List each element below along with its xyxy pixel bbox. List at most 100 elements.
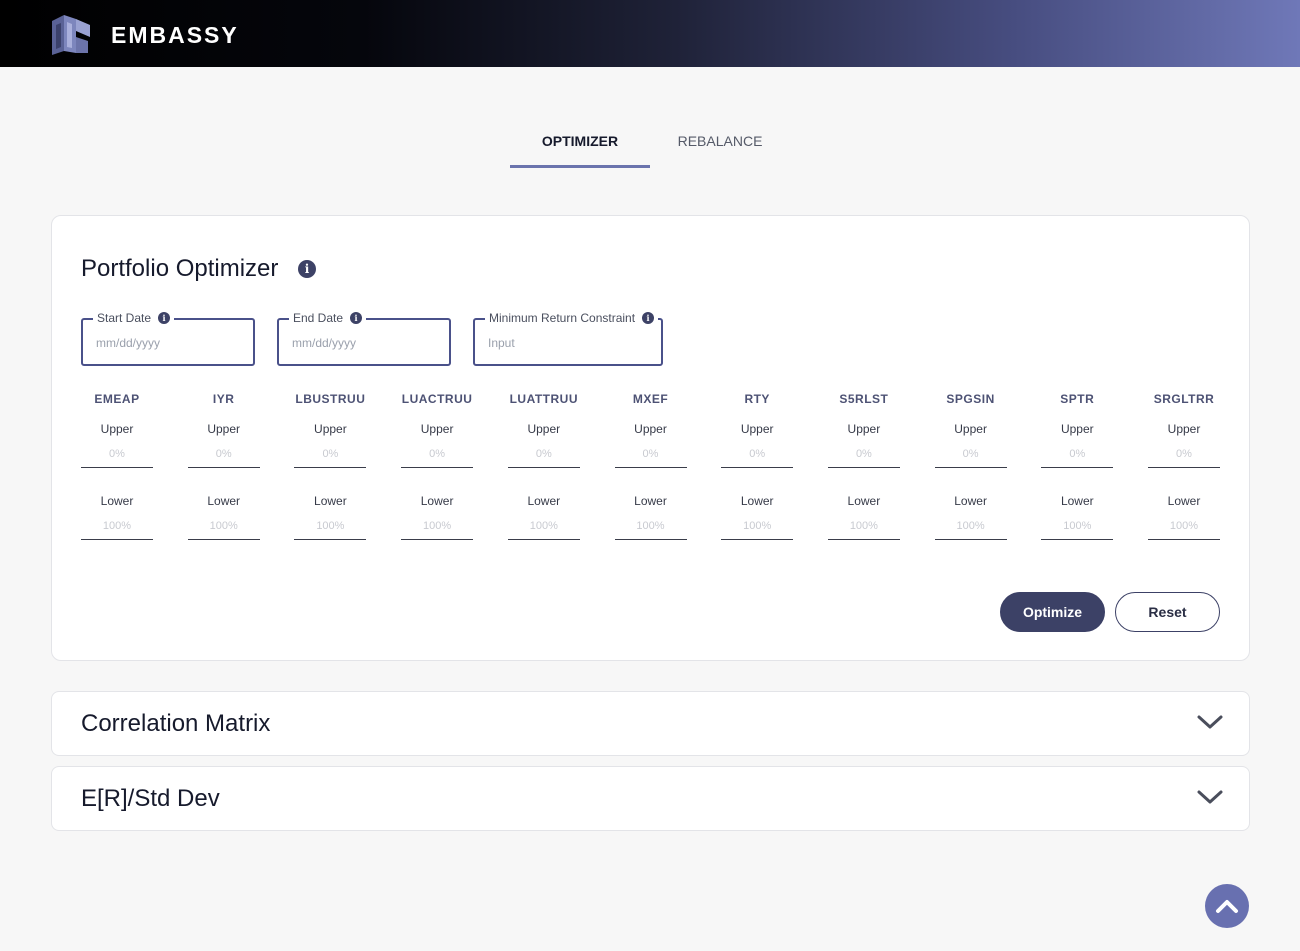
lower-bound-input[interactable]	[614, 512, 687, 540]
min-return-label: Minimum Return Constraint i	[485, 311, 659, 325]
lower-bound-input[interactable]	[1148, 512, 1220, 540]
asset-column: S5RLST Upper Lower	[827, 392, 900, 540]
portfolio-optimizer-card: Portfolio Optimizer i Start Date i End D…	[51, 215, 1250, 661]
chevron-down-icon[interactable]	[1196, 712, 1224, 732]
asset-ticker: RTY	[744, 392, 770, 406]
upper-bound-label: Upper	[207, 422, 241, 436]
start-date-field: Start Date i	[81, 311, 255, 366]
upper-bound-label: Upper	[100, 422, 134, 436]
end-date-label: End Date i	[289, 311, 367, 325]
asset-column: MXEF Upper Lower	[614, 392, 687, 540]
lower-bound-label: Lower	[100, 494, 134, 508]
asset-column: EMEAP Upper Lower	[81, 392, 153, 540]
upper-bound-label: Upper	[740, 422, 774, 436]
min-return-label-text: Minimum Return Constraint	[489, 311, 636, 325]
asset-column: RTY Upper Lower	[721, 392, 794, 540]
asset-ticker: LUACTRUU	[401, 392, 473, 406]
lower-bound-label: Lower	[740, 494, 774, 508]
upper-bound-input[interactable]	[934, 440, 1007, 468]
upper-bound-input[interactable]	[614, 440, 687, 468]
info-icon[interactable]: i	[158, 312, 171, 324]
upper-bound-label: Upper	[634, 422, 667, 436]
embassy-logo-icon[interactable]	[50, 13, 92, 55]
correlation-matrix-section[interactable]: Correlation Matrix	[51, 691, 1250, 756]
asset-ticker: S5RLST	[839, 392, 889, 406]
min-return-field: Minimum Return Constraint i	[473, 311, 663, 366]
tab-optimizer[interactable]: OPTIMIZER	[510, 124, 650, 168]
upper-bound-input[interactable]	[1041, 440, 1114, 468]
upper-bound-input[interactable]	[401, 440, 474, 468]
upper-bound-label: Upper	[1060, 422, 1094, 436]
chevron-down-icon[interactable]	[1196, 787, 1224, 807]
start-date-label-text: Start Date	[97, 311, 152, 325]
brand-name: EMBASSY	[111, 22, 239, 48]
lower-bound-label: Lower	[420, 494, 454, 508]
upper-bound-label: Upper	[847, 422, 881, 436]
asset-ticker: SPTR	[1060, 392, 1095, 406]
lower-bound-label: Lower	[634, 494, 667, 508]
lower-bound-input[interactable]	[81, 512, 153, 540]
upper-bound-input[interactable]	[1148, 440, 1220, 468]
info-icon[interactable]: i	[642, 312, 655, 324]
min-return-input[interactable]	[488, 336, 638, 350]
asset-column: SPGSIN Upper Lower	[934, 392, 1007, 540]
lower-bound-input[interactable]	[294, 512, 367, 540]
lower-bound-input[interactable]	[721, 512, 794, 540]
lower-bound-label: Lower	[1060, 494, 1094, 508]
lower-bound-input[interactable]	[507, 512, 580, 540]
upper-bound-label: Upper	[954, 422, 987, 436]
lower-bound-label: Lower	[954, 494, 987, 508]
end-date-label-text: End Date	[293, 311, 344, 325]
lower-bound-input[interactable]	[1041, 512, 1114, 540]
upper-bound-label: Upper	[1167, 422, 1201, 436]
upper-bound-input[interactable]	[827, 440, 900, 468]
start-date-input[interactable]	[96, 336, 246, 350]
upper-bound-input[interactable]	[187, 440, 260, 468]
asset-ticker: SRGLTRR	[1153, 392, 1215, 406]
asset-ticker: IYR	[212, 392, 235, 406]
scroll-to-top-button[interactable]	[1205, 884, 1249, 928]
lower-bound-label: Lower	[1167, 494, 1201, 508]
upper-bound-label: Upper	[420, 422, 454, 436]
asset-column: LUATTRUU Upper Lower	[507, 392, 580, 540]
lower-bound-input[interactable]	[934, 512, 1007, 540]
asset-column: SRGLTRR Upper Lower	[1148, 392, 1220, 540]
end-date-field: End Date i	[277, 311, 451, 366]
page-tabs: OPTIMIZER REBALANCE	[510, 124, 790, 168]
asset-ticker: EMEAP	[94, 392, 140, 406]
end-date-input[interactable]	[292, 336, 442, 350]
lower-bound-label: Lower	[314, 494, 347, 508]
asset-ticker: SPGSIN	[946, 392, 995, 406]
lower-bound-label: Lower	[847, 494, 881, 508]
upper-bound-label: Upper	[314, 422, 347, 436]
asset-column: LBUSTRUU Upper Lower	[294, 392, 367, 540]
asset-column: LUACTRUU Upper Lower	[401, 392, 474, 540]
upper-bound-input[interactable]	[507, 440, 580, 468]
upper-bound-label: Upper	[527, 422, 561, 436]
upper-bound-input[interactable]	[81, 440, 153, 468]
lower-bound-label: Lower	[527, 494, 561, 508]
lower-bound-input[interactable]	[401, 512, 474, 540]
start-date-label: Start Date i	[93, 311, 175, 325]
asset-ticker: LBUSTRUU	[295, 392, 366, 406]
optimize-button[interactable]: Optimize	[1000, 592, 1105, 632]
er-std-dev-title: E[R]/Std Dev	[81, 785, 220, 812]
upper-bound-input[interactable]	[721, 440, 794, 468]
asset-column: IYR Upper Lower	[187, 392, 260, 540]
asset-column: SPTR Upper Lower	[1041, 392, 1114, 540]
chevron-up-icon	[1216, 900, 1238, 913]
upper-bound-input[interactable]	[294, 440, 367, 468]
app-header: EMBASSY	[0, 0, 1300, 67]
asset-ticker: LUATTRUU	[509, 392, 579, 406]
lower-bound-input[interactable]	[187, 512, 260, 540]
correlation-matrix-title: Correlation Matrix	[81, 710, 271, 737]
lower-bound-label: Lower	[207, 494, 241, 508]
reset-button[interactable]: Reset	[1115, 592, 1220, 632]
info-icon[interactable]: i	[298, 260, 316, 278]
optimizer-title: Portfolio Optimizer	[81, 255, 279, 282]
lower-bound-input[interactable]	[827, 512, 900, 540]
info-icon[interactable]: i	[350, 312, 363, 324]
tab-rebalance[interactable]: REBALANCE	[650, 124, 790, 168]
asset-ticker: MXEF	[632, 392, 669, 406]
er-std-dev-section[interactable]: E[R]/Std Dev	[51, 766, 1250, 831]
